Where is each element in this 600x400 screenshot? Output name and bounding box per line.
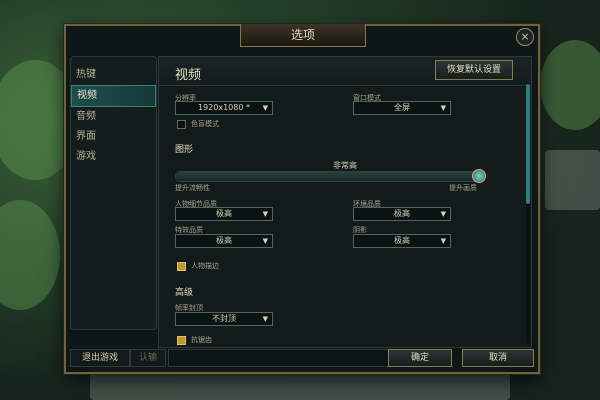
window-mode-dropdown[interactable]: 全屏 ▼	[353, 101, 451, 115]
options-dialog: 选项 × 热键 视频 音频 界面 游戏 视频 恢复默认设置 分辨率 1920x1…	[64, 24, 540, 374]
colorblind-label: 色盲模式	[191, 120, 219, 128]
video-settings-panel: 视频 恢复默认设置 分辨率 1920x1080 * ▼ 窗口模式 全屏 ▼ 色盲…	[158, 56, 532, 348]
chevron-down-icon: ▼	[440, 104, 446, 112]
section-title: 视频	[175, 68, 202, 83]
background-foliage	[540, 40, 600, 130]
settings-scrollbar[interactable]	[526, 84, 530, 344]
chevron-down-icon: ▼	[262, 237, 268, 245]
background-stone	[90, 372, 510, 400]
effects-quality-value: 极高	[216, 236, 232, 245]
sidebar-item-hotkeys[interactable]: 热键	[71, 65, 156, 85]
environment-quality-value: 极高	[394, 209, 410, 218]
slider-fill	[176, 172, 478, 181]
window-mode-value: 全屏	[394, 103, 410, 112]
background-foliage	[0, 200, 60, 310]
chevron-down-icon: ▼	[262, 104, 268, 112]
close-icon[interactable]: ×	[516, 28, 534, 46]
character-quality-dropdown[interactable]: 极高 ▼	[175, 207, 273, 221]
character-outline-label: 人物描边	[191, 262, 219, 270]
resolution-dropdown[interactable]: 1920x1080 * ▼	[175, 101, 273, 115]
fps-cap-dropdown[interactable]: 不封顶 ▼	[175, 312, 273, 326]
cancel-button[interactable]: 取消	[462, 349, 534, 367]
dialog-title: 选项	[240, 24, 366, 47]
surrender-button[interactable]: 认输	[130, 349, 166, 367]
character-outline-checkbox[interactable]	[177, 262, 186, 271]
fps-cap-value: 不封顶	[212, 314, 236, 323]
confirm-button[interactable]: 确定	[388, 349, 452, 367]
sidebar-item-game[interactable]: 游戏	[71, 147, 156, 167]
scrollbar-thumb[interactable]	[526, 84, 530, 204]
chevron-down-icon: ▼	[440, 210, 446, 218]
chevron-down-icon: ▼	[262, 315, 268, 323]
advanced-heading: 高级	[175, 288, 194, 298]
shadows-dropdown[interactable]: 极高 ▼	[353, 234, 451, 248]
graphics-quality-slider[interactable]	[175, 169, 486, 183]
sidebar-item-video[interactable]: 视频	[71, 85, 156, 107]
performance-hint: 提升流畅性	[175, 184, 210, 192]
restore-defaults-button[interactable]: 恢复默认设置	[435, 60, 513, 80]
footer-bar	[168, 349, 390, 367]
graphics-heading: 图形	[175, 145, 194, 155]
chevron-down-icon: ▼	[440, 237, 446, 245]
sidebar-item-interface[interactable]: 界面	[71, 127, 156, 147]
content-header: 视频 恢复默认设置	[159, 57, 531, 86]
slider-handle[interactable]	[472, 169, 486, 183]
resolution-value: 1920x1080 *	[198, 103, 250, 112]
character-quality-value: 极高	[216, 209, 232, 218]
exit-game-button[interactable]: 退出游戏	[70, 349, 130, 367]
chevron-down-icon: ▼	[262, 210, 268, 218]
shadows-value: 极高	[394, 236, 410, 245]
sidebar-item-audio[interactable]: 音频	[71, 107, 156, 127]
environment-quality-dropdown[interactable]: 极高 ▼	[353, 207, 451, 221]
anti-alias-checkbox[interactable]	[177, 336, 186, 345]
quality-hint: 提升画质	[449, 184, 477, 192]
anti-alias-label: 抗锯齿	[191, 336, 212, 344]
options-sidebar: 热键 视频 音频 界面 游戏	[70, 56, 157, 330]
colorblind-checkbox[interactable]	[177, 120, 186, 129]
effects-quality-dropdown[interactable]: 极高 ▼	[175, 234, 273, 248]
background-stone	[545, 150, 600, 210]
